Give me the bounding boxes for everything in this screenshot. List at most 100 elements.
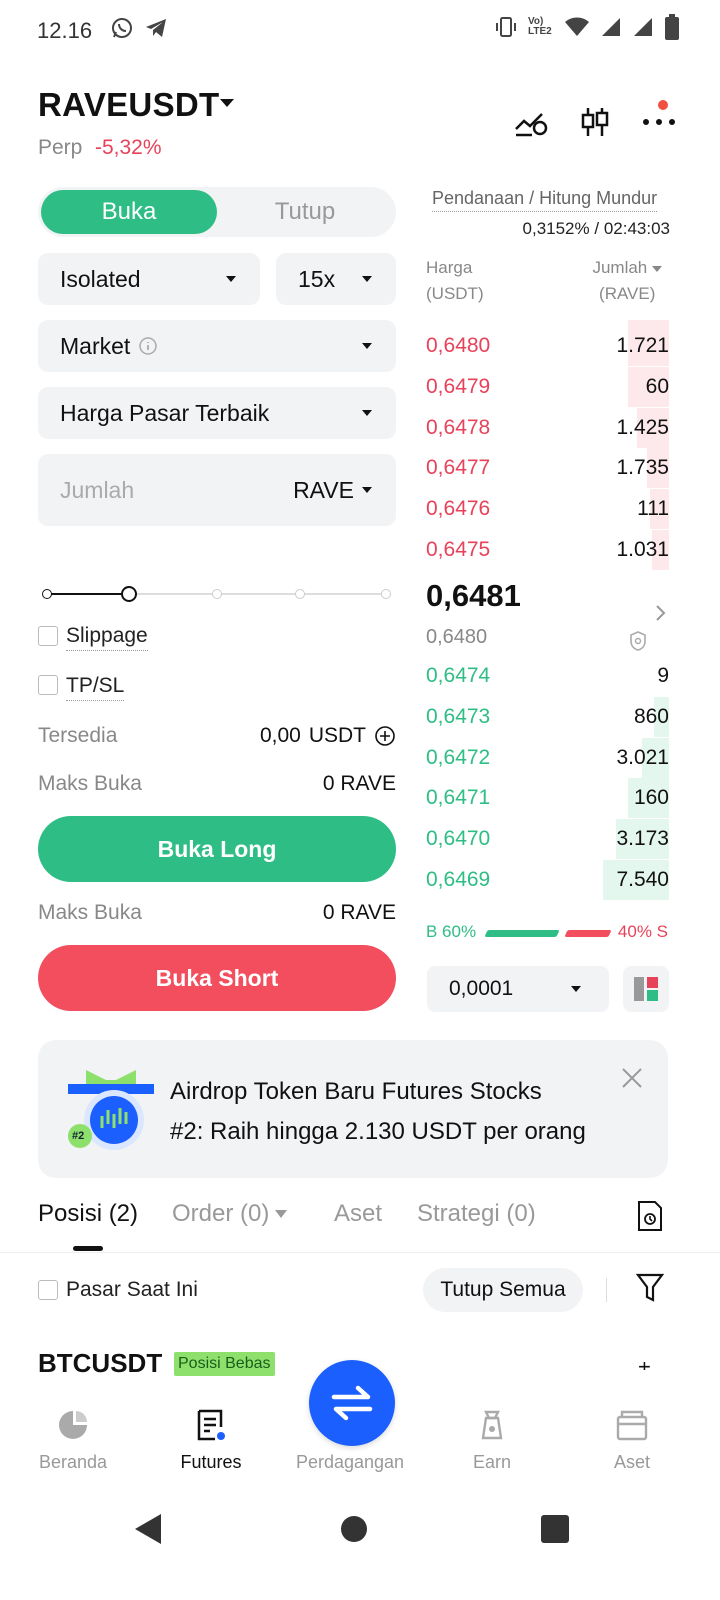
back-nav-icon[interactable]: [133, 1512, 163, 1546]
price-alert-icon[interactable]: [514, 107, 548, 137]
slippage-checkbox[interactable]: [38, 626, 58, 646]
slippage-label[interactable]: Slippage: [66, 624, 148, 651]
candlestick-chart-icon[interactable]: [580, 106, 610, 138]
bid-row[interactable]: 0,6474 9: [426, 656, 669, 696]
amount-field[interactable]: Jumlah RAVE: [38, 454, 396, 526]
funding-label[interactable]: Pendanaan / Hitung Mundur: [432, 188, 658, 212]
bid-price: 0,6470: [426, 827, 491, 851]
current-market-label[interactable]: Pasar Saat Ini: [66, 1278, 198, 1302]
ask-row[interactable]: 0,6480 1.721: [426, 320, 669, 366]
slider-step-100[interactable]: [381, 589, 391, 599]
system-status-icons: Vo) LTE2: [494, 14, 680, 40]
trade-fab-button[interactable]: [309, 1360, 395, 1446]
mark-price: 0,6480: [426, 626, 488, 648]
banner-line-2: #2: Raih hingga 2.130 USDT per orang: [170, 1118, 586, 1145]
current-market-checkbox[interactable]: [38, 1280, 58, 1300]
ask-price: 0,6480: [426, 334, 491, 357]
precision-value: 0,0001: [449, 977, 514, 1000]
slider-handle[interactable]: [121, 586, 137, 602]
banner-line-1: Airdrop Token Baru Futures Stocks: [170, 1078, 542, 1105]
home-nav-icon[interactable]: [339, 1514, 369, 1544]
amount-unit-select[interactable]: RAVE: [293, 477, 372, 504]
bid-amount: 9: [657, 664, 669, 687]
ask-price: 0,6475: [426, 538, 491, 561]
tab-open[interactable]: Buka: [41, 190, 217, 234]
bid-row[interactable]: 0,6469 7.540: [426, 860, 669, 900]
nav-assets-label: Aset: [613, 1452, 651, 1472]
recents-nav-icon[interactable]: [540, 1514, 570, 1544]
tab-positions[interactable]: Posisi (2): [38, 1200, 138, 1228]
wifi-icon: [565, 17, 589, 36]
tab-orders[interactable]: Order (0): [172, 1200, 288, 1228]
info-icon[interactable]: [138, 336, 158, 356]
chevron-right-icon[interactable]: [654, 603, 668, 623]
max-open-long-value: 0 RAVE: [322, 772, 396, 795]
bid-row[interactable]: 0,6471 160: [426, 778, 669, 819]
ask-row[interactable]: 0,6476 111: [426, 489, 669, 530]
funding-countdown: 02:43:03: [603, 219, 670, 238]
swap-arrows-icon: [331, 1385, 373, 1421]
ask-amount: 1.425: [616, 415, 669, 439]
price-mode-value: Harga Pasar Terbaik: [60, 399, 270, 426]
amount-unit-value: RAVE: [293, 476, 354, 503]
bid-row[interactable]: 0,6472 3.021: [426, 737, 669, 778]
ask-row[interactable]: 0,6479 60: [426, 366, 669, 407]
funding-rate: 0,3152%: [522, 219, 590, 238]
ask-price: 0,6479: [426, 374, 491, 398]
close-icon[interactable]: [620, 1066, 644, 1090]
nav-assets[interactable]: Aset: [572, 1408, 692, 1473]
bid-price: 0,6472: [426, 745, 491, 769]
slider-step-75[interactable]: [295, 589, 305, 599]
slider-step-50[interactable]: [212, 589, 222, 599]
active-tab-indicator: [73, 1246, 103, 1251]
tab-close[interactable]: Tutup: [217, 190, 393, 234]
nav-home[interactable]: Beranda: [13, 1408, 133, 1473]
nav-trade[interactable]: Perdagangan: [290, 1452, 410, 1473]
nav-earn[interactable]: Earn: [432, 1408, 552, 1473]
filter-separator: [606, 1278, 607, 1302]
chevron-down-icon: [226, 276, 236, 282]
open-long-button[interactable]: Buka Long: [38, 816, 396, 882]
nav-futures-label: Futures: [180, 1452, 242, 1472]
bid-row[interactable]: 0,6473 860: [426, 696, 669, 737]
history-document-icon[interactable]: [637, 1200, 663, 1232]
position-menu-fragment: + +: [638, 1362, 664, 1370]
price-header-label: Harga: [426, 258, 473, 277]
close-all-button[interactable]: Tutup Semua: [423, 1268, 583, 1312]
orderbook-layout-button[interactable]: [623, 966, 669, 1012]
precision-select[interactable]: 0,0001: [427, 966, 609, 1012]
tpsl-label[interactable]: TP/SL: [66, 674, 125, 701]
orderbook-amount-header[interactable]: Jumlah (RAVE): [592, 255, 662, 307]
bid-row[interactable]: 0,6470 3.173: [426, 819, 669, 860]
slider-step-0[interactable]: [42, 589, 52, 599]
chevron-down-icon: [652, 265, 662, 272]
filter-icon[interactable]: [636, 1272, 664, 1304]
buy-ratio-bar: [484, 930, 560, 937]
ask-row[interactable]: 0,6478 1.425: [426, 407, 669, 448]
tab-assets[interactable]: Aset: [334, 1200, 382, 1228]
tpsl-checkbox[interactable]: [38, 675, 58, 695]
margin-mode-select[interactable]: Isolated: [38, 253, 260, 305]
banner-text: Airdrop Token Baru Futures Stocks #2: Ra…: [170, 1072, 620, 1152]
chevron-down-icon: [362, 410, 372, 416]
ask-price: 0,6478: [426, 415, 491, 439]
sell-ratio: 40% S: [617, 922, 668, 941]
pair-title[interactable]: RAVEUSDT: [38, 86, 219, 124]
ask-row[interactable]: 0,6477 1.735: [426, 448, 669, 489]
pair-dropdown-icon[interactable]: [218, 96, 236, 110]
open-short-button[interactable]: Buka Short: [38, 945, 396, 1011]
amount-input[interactable]: Jumlah: [60, 477, 134, 504]
ask-amount: 1.735: [616, 456, 669, 480]
ask-row[interactable]: 0,6475 1.031: [426, 530, 669, 570]
more-icon[interactable]: [642, 118, 676, 126]
available-label: Tersedia: [38, 724, 118, 747]
leverage-select[interactable]: 15x: [276, 253, 396, 305]
nav-futures[interactable]: Futures: [151, 1408, 271, 1473]
position-symbol[interactable]: BTCUSDT: [38, 1348, 162, 1379]
transfer-add-icon[interactable]: [374, 725, 396, 747]
tab-strategies[interactable]: Strategi (0): [417, 1200, 536, 1228]
signal-icon-2: [634, 18, 652, 36]
bid-price: 0,6471: [426, 786, 491, 810]
order-type-select[interactable]: Market: [38, 320, 396, 372]
price-mode-select[interactable]: Harga Pasar Terbaik: [38, 387, 396, 439]
